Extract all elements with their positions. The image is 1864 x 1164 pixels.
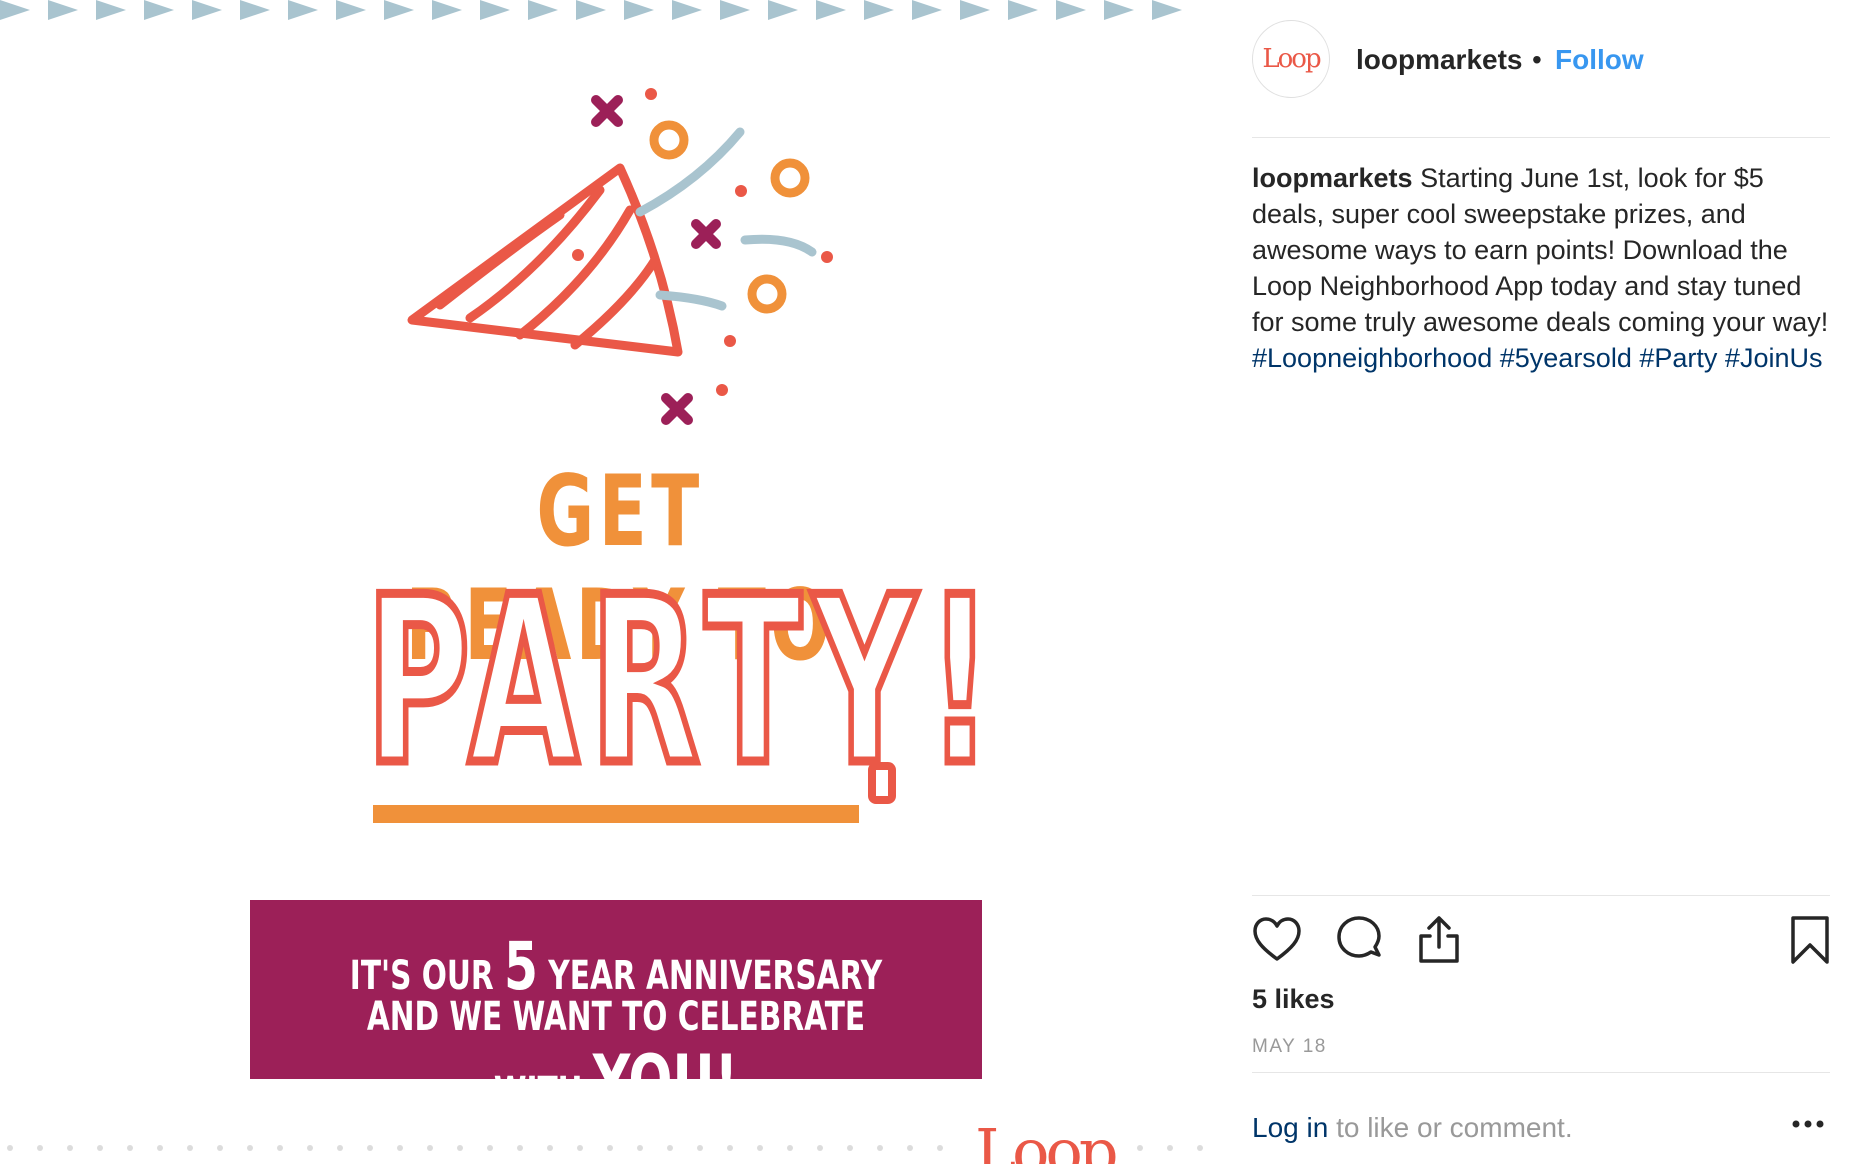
banner-text: YEAR ANNIVERSARY bbox=[537, 953, 883, 999]
login-prompt: Log in to like or comment. bbox=[1252, 1112, 1573, 1144]
actions-divider bbox=[1252, 895, 1830, 896]
banner-line-2: AND WE WANT TO CELEBRATE WITH YOU! bbox=[345, 994, 887, 1122]
header-separator: • bbox=[1532, 44, 1542, 75]
post-image[interactable]: GET READY TO PARTY! IT'S OUR 5 YEAR ANNI… bbox=[0, 0, 1205, 1164]
post-caption: loopmarkets Starting June 1st, look for … bbox=[1252, 160, 1830, 376]
poster-logo: Loop bbox=[975, 1115, 1119, 1164]
follow-button[interactable]: Follow bbox=[1555, 44, 1644, 76]
more-icon[interactable] bbox=[1790, 1114, 1826, 1134]
avatar[interactable]: Loop bbox=[1252, 20, 1330, 98]
confetti-rings bbox=[649, 120, 810, 314]
bunting-decoration bbox=[0, 0, 1182, 20]
heart-icon[interactable] bbox=[1252, 915, 1302, 965]
login-text: to like or comment. bbox=[1328, 1112, 1573, 1143]
party-hat-graphic bbox=[407, 163, 683, 357]
banner-emphasis: YOU! bbox=[592, 1040, 739, 1122]
likes-count[interactable]: 5 likes bbox=[1252, 984, 1335, 1015]
poster-party-text: PARTY! bbox=[363, 549, 1004, 816]
hashtag-link[interactable]: #Loopneighborhood bbox=[1252, 343, 1492, 373]
banner-text: IT'S OUR bbox=[349, 953, 504, 999]
comment-divider bbox=[1252, 1072, 1830, 1073]
post-header: Loop loopmarkets • Follow bbox=[1252, 0, 1830, 138]
hashtag-link[interactable]: #5yearsold bbox=[1500, 343, 1632, 373]
post-sidebar: Loop loopmarkets • Follow loopmarkets St… bbox=[1252, 0, 1830, 1164]
caption-username[interactable]: loopmarkets bbox=[1252, 163, 1413, 193]
share-icon[interactable] bbox=[1414, 915, 1464, 965]
header-username[interactable]: loopmarkets bbox=[1356, 44, 1523, 76]
avatar-logo: Loop bbox=[1262, 44, 1321, 74]
anniversary-banner: IT'S OUR 5 YEAR ANNIVERSARY AND WE WANT … bbox=[250, 900, 982, 1122]
login-link[interactable]: Log in bbox=[1252, 1112, 1328, 1143]
comment-icon[interactable] bbox=[1334, 915, 1384, 965]
post-date: MAY 18 bbox=[1252, 1036, 1327, 1057]
hashtag-link[interactable]: #JoinUs bbox=[1725, 343, 1823, 373]
bookmark-icon[interactable] bbox=[1790, 915, 1830, 965]
hashtag-link[interactable]: #Party bbox=[1639, 343, 1717, 373]
